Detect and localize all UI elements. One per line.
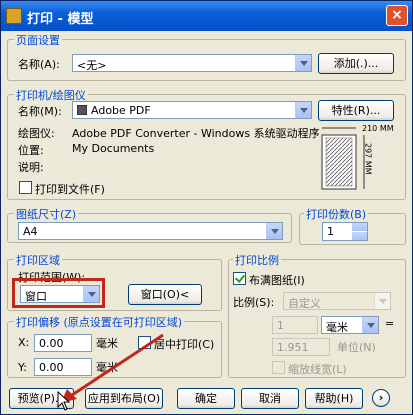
unit2-label: 单位(N) xyxy=(337,341,376,354)
plot-scale-group: 打印比例 布满图纸(I) 比例(S): 自定义 1 毫米 = 1.951 单位(… xyxy=(228,252,406,378)
app-icon xyxy=(6,8,22,24)
page-setup-group-label: 页面设置 xyxy=(14,32,62,48)
scale-value: 自定义 xyxy=(288,297,321,310)
cancel-button[interactable]: 取消 xyxy=(241,388,299,409)
fit-to-paper-label: 布满图纸(I) xyxy=(249,274,305,287)
close-button[interactable]: × xyxy=(386,5,408,26)
equals-sign: = xyxy=(385,317,395,330)
plotter-value: Adobe PDF Converter - Windows 系统驱动程序 ... xyxy=(72,127,334,140)
copies-group-label: 打印份数(B) xyxy=(304,206,369,222)
paper-preview: 210 MM 297 MM xyxy=(321,124,394,190)
printer-group: 打印机/绘图仪 名称(M): Adobe PDF 特性(R)... 绘图仪: A… xyxy=(7,87,406,200)
paper-size-group-label: 图纸尺寸(Z) xyxy=(14,206,79,222)
printer-icon xyxy=(77,105,87,115)
scale-lineweight-label: 缩放线宽(L) xyxy=(288,363,347,376)
paper-height-label: 297 MM xyxy=(364,143,373,175)
spin-down-icon[interactable] xyxy=(352,232,367,240)
chevron-down-icon[interactable] xyxy=(266,223,282,239)
copies-spinner[interactable]: 1 xyxy=(322,222,368,241)
mouse-cursor-icon xyxy=(57,391,71,411)
plotter-label: 绘图仪: xyxy=(18,127,55,140)
add-page-setup-button[interactable]: 添加(.)... xyxy=(318,53,394,74)
window-title: 打印 - 模型 xyxy=(27,12,94,27)
scale-value2: 1.951 xyxy=(277,341,309,354)
paper-size-value: A4 xyxy=(23,225,38,238)
print-to-file-checkbox[interactable] xyxy=(19,181,32,194)
ok-button[interactable]: 确定 xyxy=(177,388,235,409)
printer-name-value: Adobe PDF xyxy=(91,104,151,117)
unit1-select[interactable]: 毫米 xyxy=(321,316,379,334)
print-dialog: 打印 - 模型 × 页面设置 名称(A): <无> 添加(.)... 打印机/绘… xyxy=(0,0,413,415)
highlight-box xyxy=(12,278,105,308)
page-setup-name-select[interactable]: <无> xyxy=(72,54,312,72)
chevron-down-icon[interactable] xyxy=(295,55,311,71)
more-options-button[interactable]: › xyxy=(372,389,390,407)
location-value: My Documents xyxy=(72,142,155,155)
copies-group: 打印份数(B) 1 xyxy=(299,206,406,245)
offset-y-label: Y: xyxy=(18,361,27,374)
title-bar: 打印 - 模型 × xyxy=(1,1,412,31)
page-setup-name-label: 名称(A): xyxy=(18,58,60,71)
printer-name-label: 名称(M): xyxy=(18,105,62,118)
chevron-down-icon[interactable] xyxy=(374,293,390,309)
paper-size-group: 图纸尺寸(Z) A4 xyxy=(7,206,292,243)
paper-width-label: 210 MM xyxy=(362,124,394,133)
plot-area-group-label: 打印区域 xyxy=(14,252,62,268)
print-to-file-label: 打印到文件(F) xyxy=(35,183,105,196)
printer-name-select[interactable]: Adobe PDF xyxy=(72,101,312,119)
plot-window-button[interactable]: 窗口(O)< xyxy=(128,284,202,305)
scale-lineweight-checkbox[interactable] xyxy=(272,361,285,374)
page-setup-group: 页面设置 名称(A): <无> 添加(.)... xyxy=(7,32,406,81)
page-setup-name-value: <无> xyxy=(77,59,107,72)
printer-properties-button[interactable]: 特性(R)... xyxy=(318,100,394,121)
chevron-down-icon[interactable] xyxy=(362,317,378,333)
location-label: 位置: xyxy=(18,144,44,157)
help-button[interactable]: 帮助(H) xyxy=(305,388,363,409)
spin-up-icon[interactable] xyxy=(352,223,367,231)
fit-to-paper-checkbox[interactable] xyxy=(233,272,246,285)
chevron-down-icon[interactable] xyxy=(295,102,311,118)
paper-size-select[interactable]: A4 xyxy=(18,222,283,240)
description-label: 说明: xyxy=(18,161,44,174)
copies-value: 1 xyxy=(327,225,334,238)
unit1-value: 毫米 xyxy=(326,321,348,334)
offset-x-label: X: xyxy=(18,336,30,349)
scale-value1-input[interactable]: 1 xyxy=(272,316,318,334)
scale-select[interactable]: 自定义 xyxy=(283,292,391,310)
plot-offset-group-label: 打印偏移 (原点设置在可打印区域) xyxy=(14,314,185,330)
scale-value1: 1 xyxy=(277,319,284,332)
plot-scale-group-label: 打印比例 xyxy=(233,252,281,268)
scale-label: 比例(S): xyxy=(233,296,275,309)
scale-value2-input[interactable]: 1.951 xyxy=(272,338,330,356)
